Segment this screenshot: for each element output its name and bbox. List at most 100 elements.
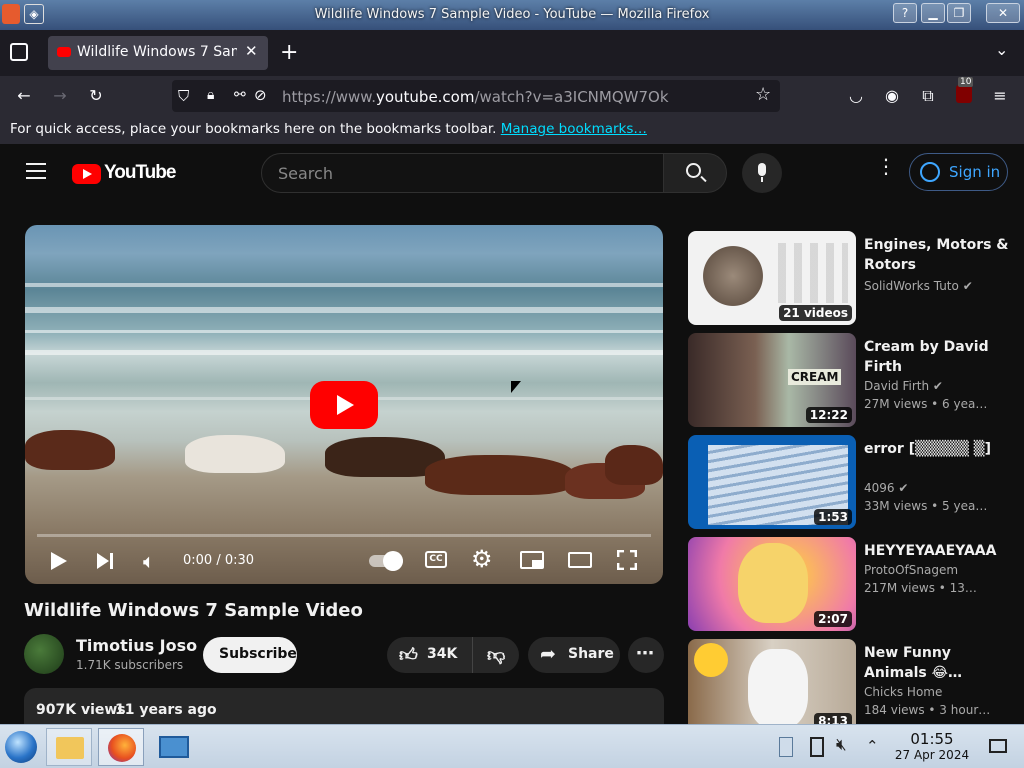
recommendation-item[interactable]: 8:13 New Funny Animals 😂… Chicks Home 18… — [688, 639, 1024, 724]
video-thumbnail[interactable]: 8:13 — [688, 639, 856, 724]
file-explorer-icon[interactable] — [46, 728, 92, 766]
minimize-button[interactable]: ▁ — [921, 3, 945, 23]
more-actions-button[interactable]: ⋯ — [628, 637, 664, 673]
start-orb-icon[interactable] — [5, 731, 37, 763]
microphone-icon — [758, 163, 766, 176]
clock-date[interactable]: 27 Apr 2024 — [890, 748, 974, 762]
settings-gear-icon[interactable]: ⚙ — [471, 545, 493, 573]
progress-bar[interactable] — [37, 534, 651, 537]
close-window-button[interactable]: ✕ — [986, 3, 1020, 23]
video-thumbnail[interactable]: CREAM 12:22 — [688, 333, 856, 427]
dislike-button[interactable]: 👎︎ — [475, 637, 519, 673]
thumbs-up-icon: 👍︎ — [399, 645, 418, 666]
recommendation-item[interactable]: 1:53 error [▒▒▒▒▒ ▒] 4096 ✔ 33M views • … — [688, 435, 1024, 530]
recommendation-item[interactable]: CREAM 12:22 Cream by David Firth David F… — [688, 333, 1024, 428]
recommendation-title[interactable]: error [▒▒▒▒▒ ▒] — [864, 439, 1014, 459]
share-button[interactable]: ➦ Share — [528, 637, 620, 673]
search-input[interactable]: Search — [261, 153, 664, 193]
horse-shape — [185, 435, 285, 473]
like-button[interactable]: 👍︎ 34K — [387, 637, 473, 673]
app-menu-icon[interactable]: ≡ — [988, 84, 1012, 108]
voice-search-button[interactable] — [742, 153, 782, 193]
forward-arrow-icon[interactable]: → — [48, 84, 72, 108]
horse-shape — [605, 445, 663, 485]
manage-bookmarks-link[interactable]: Manage bookmarks… — [501, 121, 647, 137]
show-desktop-button[interactable] — [989, 739, 1007, 753]
firefox-view-icon[interactable] — [10, 43, 28, 61]
guide-menu-icon[interactable] — [26, 163, 46, 179]
control-panel-icon[interactable] — [150, 728, 196, 766]
recommendation-item[interactable]: 2:07 HEYYEYAAEYAAA ProtoOfSnagem 217M vi… — [688, 537, 1024, 632]
theater-mode-button[interactable] — [568, 552, 592, 568]
tab-wildlife-video[interactable]: Wildlife Windows 7 Samp ✕ — [48, 36, 268, 70]
subscribe-button[interactable]: Subscribe — [203, 637, 297, 673]
recommendation-title[interactable]: Cream by David Firth — [864, 337, 1014, 377]
volume-icon[interactable]: 🔈︎ — [143, 549, 155, 573]
show-hidden-icons-icon[interactable]: ⌃ — [866, 737, 879, 755]
recommendation-channel: SolidWorks Tuto ✔ — [864, 279, 973, 293]
recommendation-meta: 27M views • 6 yea… — [864, 397, 988, 411]
muted-volume-icon[interactable]: 🔇︎ — [836, 735, 847, 755]
pocket-icon[interactable]: ◡ — [844, 84, 868, 108]
sign-in-button[interactable]: Sign in — [909, 153, 1008, 191]
recommendation-title[interactable]: HEYYEYAAEYAAA — [864, 541, 1014, 561]
recommendation-channel: ProtoOfSnagem — [864, 563, 959, 577]
shield-icon[interactable]: ⛉ — [178, 87, 189, 105]
large-play-button[interactable] — [310, 381, 378, 429]
recommendation-title[interactable]: Engines, Motors & Rotors — [864, 235, 1014, 275]
channel-avatar[interactable] — [24, 634, 64, 674]
video-player[interactable]: 🔈︎ 0:00 / 0:30 CC ⚙ — [25, 225, 663, 584]
extensions-icon[interactable]: ⧉ — [916, 84, 940, 108]
description-box[interactable]: 907K views 11 years ago — [24, 688, 664, 724]
youtube-logo[interactable]: YouTube — [72, 162, 176, 186]
firefox-taskbar-icon[interactable] — [98, 728, 144, 766]
tab-strip: Wildlife Windows 7 Samp ✕ + ⌄ — [0, 30, 1024, 76]
autoplay-blocked-icon[interactable]: ⊘ — [254, 86, 267, 104]
video-thumbnail[interactable]: 1:53 — [688, 435, 856, 529]
fullscreen-button[interactable] — [617, 550, 637, 570]
next-video-button[interactable] — [97, 552, 115, 570]
reload-icon[interactable]: ↻ — [84, 84, 108, 108]
ublock-extension-icon[interactable]: 10 — [956, 77, 974, 103]
miniplayer-button[interactable] — [520, 551, 544, 569]
lock-icon[interactable]: 🔒︎ — [207, 87, 214, 103]
clipboard-tray-icon[interactable] — [779, 737, 793, 757]
video-thumbnail[interactable]: 21 videos — [688, 231, 856, 325]
more-options-icon[interactable]: ⋮ — [876, 156, 896, 176]
channel-name[interactable]: Timotius Joso — [76, 636, 197, 655]
thumbs-down-icon: 👎︎ — [487, 645, 506, 666]
play-button[interactable] — [51, 552, 67, 570]
share-label: Share — [568, 646, 614, 662]
search-button[interactable] — [663, 153, 727, 193]
battery-tray-icon[interactable] — [810, 737, 824, 757]
video-duration: 1:53 — [814, 509, 852, 525]
autoplay-toggle[interactable] — [369, 551, 403, 571]
closed-captions-button[interactable]: CC — [425, 551, 447, 568]
youtube-logo-text: YouTube — [104, 162, 176, 183]
like-dislike-group: 👍︎ 34K 👎︎ — [387, 637, 519, 673]
recommendation-meta: 33M views • 5 yea… — [864, 499, 988, 513]
list-all-tabs-icon[interactable]: ⌄ — [995, 40, 1008, 59]
user-circle-icon — [920, 162, 940, 182]
verified-icon: ✔ — [898, 481, 909, 495]
bookmark-star-icon[interactable]: ☆ — [755, 84, 771, 105]
search-placeholder: Search — [278, 164, 333, 183]
url-bar[interactable]: ⛉ 🔒︎ ⚯ ⊘ https://www.youtube.com/watch?v… — [172, 80, 780, 112]
clock-time[interactable]: 01:55 — [896, 730, 968, 748]
account-icon[interactable]: ◉ — [880, 84, 904, 108]
mouse-cursor-icon — [511, 381, 521, 393]
recommendation-item[interactable]: 21 videos Engines, Motors & Rotors Solid… — [688, 231, 1024, 326]
verified-icon: ✔ — [932, 379, 943, 393]
close-tab-icon[interactable]: ✕ — [245, 42, 258, 60]
permissions-icon[interactable]: ⚯ — [234, 87, 246, 103]
extension-badge: 10 — [958, 77, 974, 87]
help-button[interactable]: ? — [893, 3, 917, 23]
video-thumbnail[interactable]: 2:07 — [688, 537, 856, 631]
like-count: 34K — [427, 646, 458, 662]
back-arrow-icon[interactable]: ← — [12, 84, 36, 108]
url-text[interactable]: https://www.youtube.com/watch?v=a3ICNMQW… — [282, 88, 669, 106]
maximize-button[interactable]: ❐ — [947, 3, 971, 23]
recommendation-title[interactable]: New Funny Animals 😂… — [864, 643, 1014, 683]
new-tab-button[interactable]: + — [280, 40, 298, 65]
more-horizontal-icon: ⋯ — [636, 643, 654, 664]
